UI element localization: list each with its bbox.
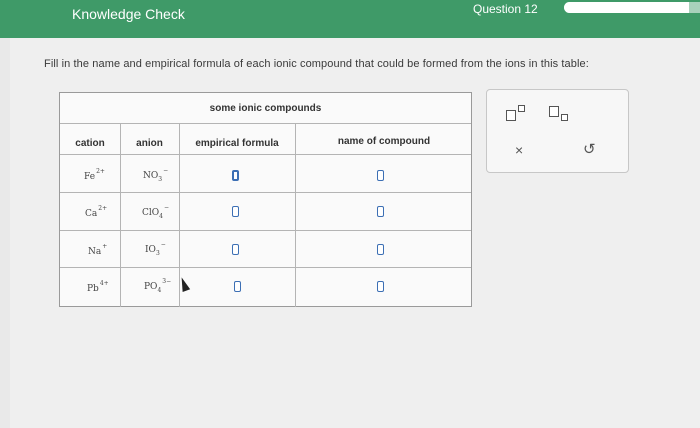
progress-bar (564, 2, 700, 13)
cation-pb: Pb4+ (87, 280, 109, 294)
app-title: Knowledge Check (72, 6, 185, 22)
subscript-button[interactable] (547, 104, 573, 124)
empirical-formula-input-4[interactable] (234, 281, 241, 292)
header-name-of-compound: name of compound (337, 136, 431, 147)
table-divider (60, 267, 471, 268)
empirical-formula-input-3[interactable] (232, 244, 239, 255)
top-bar: Knowledge Check Question 12 (0, 0, 700, 38)
table-divider (60, 154, 471, 155)
instruction-text: Fill in the name and empirical formula o… (44, 58, 589, 70)
clear-button[interactable]: × (515, 142, 523, 158)
empirical-formula-input-1[interactable] (232, 170, 239, 181)
formula-toolbox: × ↺ (486, 89, 629, 173)
anion-io3: IO3− (145, 241, 166, 257)
table-divider (60, 192, 471, 193)
ionic-compounds-table: some ionic compounds cation anion empiri… (59, 92, 472, 307)
column-divider (120, 123, 121, 307)
anion-po4: PO43− (144, 278, 172, 294)
header-empirical-formula: empirical formula (195, 138, 279, 149)
cation-fe: Fe2+ (84, 168, 105, 182)
empirical-formula-input-2[interactable] (232, 206, 239, 217)
table-divider (60, 230, 471, 231)
progress-fill (564, 2, 690, 13)
table-divider (60, 123, 471, 124)
cation-na: Na+ (88, 243, 108, 257)
cation-ca: Ca2+ (85, 205, 108, 219)
anion-no3: NO3− (143, 167, 169, 183)
header-anion: anion (136, 138, 163, 149)
superscript-button[interactable] (504, 104, 530, 124)
column-divider (295, 123, 296, 307)
compound-name-input-2[interactable] (377, 206, 384, 217)
table-caption: some ionic compounds (209, 103, 322, 114)
compound-name-input-1[interactable] (377, 170, 384, 181)
header-cation: cation (75, 138, 105, 149)
compound-name-input-4[interactable] (377, 281, 384, 292)
undo-icon: ↺ (583, 140, 596, 158)
question-label: Question 12 (473, 2, 538, 16)
compound-name-input-3[interactable] (377, 244, 384, 255)
anion-clo4: ClO4− (142, 204, 170, 220)
undo-button[interactable]: ↺ (583, 140, 596, 158)
close-icon: × (515, 142, 524, 158)
